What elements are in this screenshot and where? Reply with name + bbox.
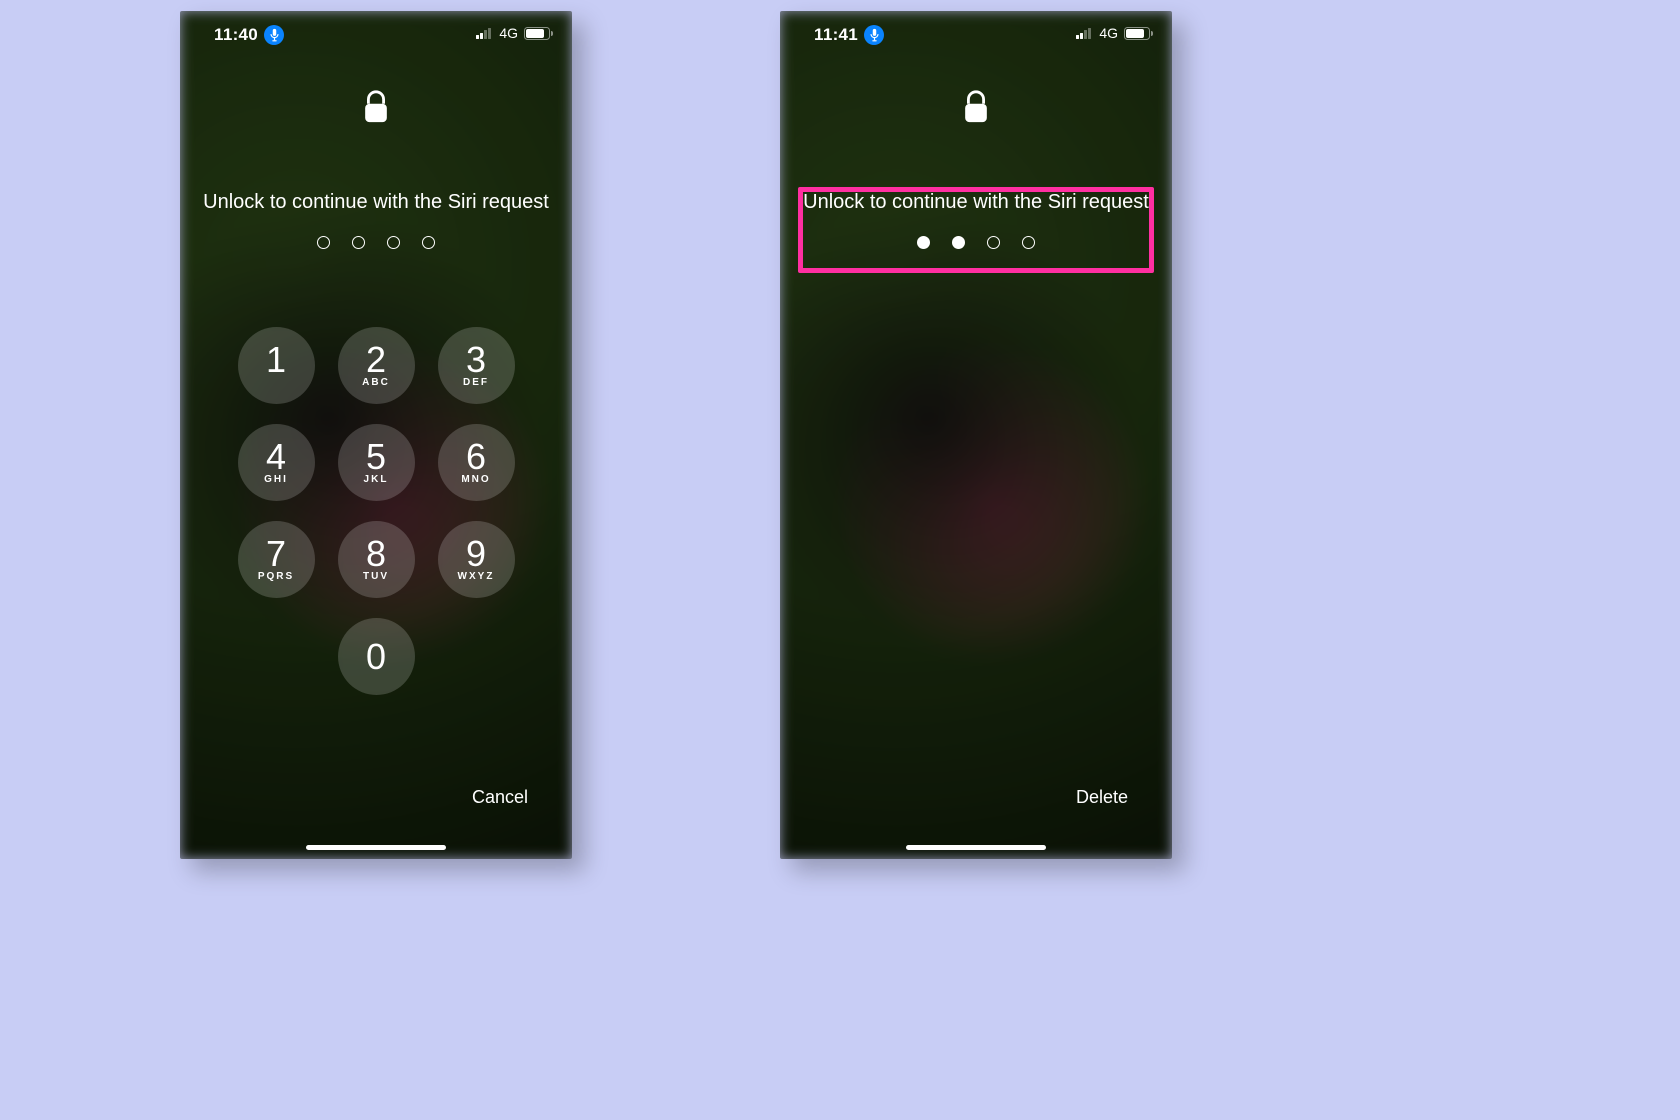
passcode-prompt-zone: Unlock to continue with the Siri request xyxy=(198,191,554,249)
keypad-key-7[interactable]: 7PQRS xyxy=(238,521,315,598)
passcode-prompt-zone: Unlock to continue with the Siri request xyxy=(798,191,1154,249)
key-letters: WXYZ xyxy=(458,571,495,583)
status-bar: 11:41 4G xyxy=(780,11,1172,55)
keypad-key-4[interactable]: 4GHI xyxy=(238,424,315,501)
passcode-dot xyxy=(917,236,930,249)
key-digit: 6 xyxy=(466,439,486,475)
cancel-button[interactable]: Cancel xyxy=(472,787,528,808)
key-letters: TUV xyxy=(363,571,389,583)
key-letters: ABC xyxy=(362,377,390,389)
passcode-dots xyxy=(198,236,554,249)
keypad-key-3[interactable]: 3DEF xyxy=(438,327,515,404)
key-digit: 3 xyxy=(466,342,486,378)
keypad-key-6[interactable]: 6MNO xyxy=(438,424,515,501)
battery-icon xyxy=(524,27,550,40)
keypad-key-1[interactable]: 1 xyxy=(238,327,315,404)
passcode-dot xyxy=(387,236,400,249)
key-digit: 7 xyxy=(266,536,286,572)
key-digit: 4 xyxy=(266,439,286,475)
key-digit: 5 xyxy=(366,439,386,475)
status-time: 11:41 xyxy=(814,25,858,45)
passcode-dot xyxy=(1022,236,1035,249)
key-digit: 1 xyxy=(266,342,286,378)
dim-overlay xyxy=(780,11,1172,859)
passcode-dot xyxy=(952,236,965,249)
lock-icon xyxy=(180,89,572,125)
passcode-keypad: 1 2ABC 3DEF 4GHI 5JKL 6MNO 7PQRS 8TUV 9W… xyxy=(180,327,572,695)
home-indicator[interactable] xyxy=(906,845,1046,850)
keypad-key-2[interactable]: 2ABC xyxy=(338,327,415,404)
status-bar: 11:40 4G xyxy=(180,11,572,55)
key-letters: DEF xyxy=(463,377,489,389)
cell-signal-icon xyxy=(476,27,492,39)
passcode-dot xyxy=(317,236,330,249)
keypad-key-5[interactable]: 5JKL xyxy=(338,424,415,501)
key-digit: 0 xyxy=(366,639,386,675)
passcode-dot xyxy=(422,236,435,249)
passcode-dot xyxy=(352,236,365,249)
delete-button[interactable]: Delete xyxy=(1076,787,1128,808)
phone-screenshot-keypad: 11:40 4G Unlock to continue with the Sir… xyxy=(180,11,572,859)
lock-icon xyxy=(780,89,1172,125)
battery-icon xyxy=(1124,27,1150,40)
mic-recording-icon xyxy=(264,25,284,45)
key-digit: 9 xyxy=(466,536,486,572)
mic-recording-icon xyxy=(864,25,884,45)
home-indicator[interactable] xyxy=(306,845,446,850)
keypad-key-0[interactable]: 0 xyxy=(338,618,415,695)
comparison-stage: 11:40 4G Unlock to continue with the Sir… xyxy=(0,0,1680,1120)
network-label: 4G xyxy=(499,25,518,41)
status-time: 11:40 xyxy=(214,25,258,45)
passcode-prompt: Unlock to continue with the Siri request xyxy=(198,191,554,214)
keypad-key-8[interactable]: 8TUV xyxy=(338,521,415,598)
passcode-prompt: Unlock to continue with the Siri request xyxy=(798,191,1154,214)
passcode-dots xyxy=(798,236,1154,249)
passcode-dot xyxy=(987,236,1000,249)
phone-screenshot-entering: 11:41 4G Unlock to continue with the Sir… xyxy=(780,11,1172,859)
key-digit: 8 xyxy=(366,536,386,572)
key-digit: 2 xyxy=(366,342,386,378)
key-letters: JKL xyxy=(364,474,389,486)
key-letters: PQRS xyxy=(258,571,294,583)
key-letters: GHI xyxy=(264,474,288,486)
network-label: 4G xyxy=(1099,25,1118,41)
key-letters: MNO xyxy=(461,474,490,486)
cell-signal-icon xyxy=(1076,27,1092,39)
keypad-key-9[interactable]: 9WXYZ xyxy=(438,521,515,598)
